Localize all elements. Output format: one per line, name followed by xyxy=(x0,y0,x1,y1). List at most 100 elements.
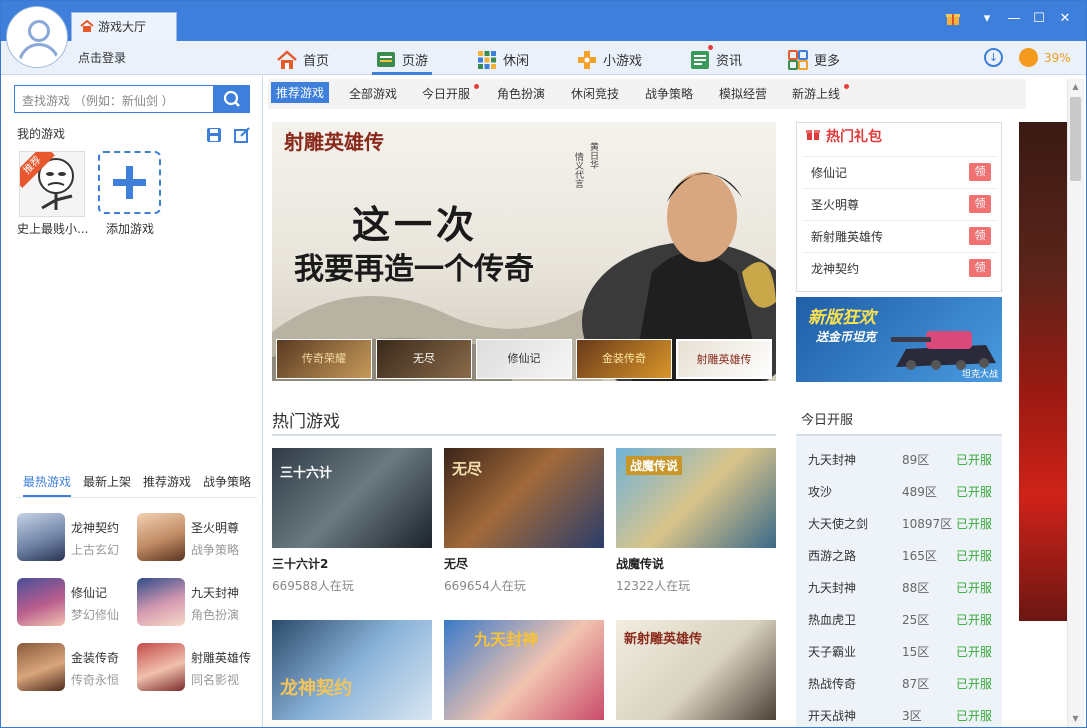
server-zone: 3区 xyxy=(902,709,922,723)
category-all[interactable]: 全部游戏 xyxy=(349,85,397,102)
game-thumbnail xyxy=(137,578,185,626)
game-card-art-title: 龙神契约 xyxy=(280,678,352,699)
side-ad-banner[interactable] xyxy=(1019,122,1067,621)
hot-gifts-title: 热门礼包 xyxy=(826,129,882,145)
sidebar-tab-hottest[interactable]: 最热游戏 xyxy=(23,473,72,497)
maximize-button[interactable]: ☐ xyxy=(1030,11,1048,27)
banner-thumb[interactable]: 射雕英雄传 xyxy=(676,339,772,379)
claim-gift-button[interactable]: 领 xyxy=(969,259,991,277)
sidebar-game-item[interactable]: 龙神契约 上古玄幻 xyxy=(17,513,135,569)
category-strategy[interactable]: 战争策略 xyxy=(645,85,693,102)
tab-game-hall[interactable]: 游戏大厅 xyxy=(71,12,177,41)
claim-gift-button[interactable]: 领 xyxy=(969,163,991,181)
nav-item-webgame[interactable]: 页游 xyxy=(372,41,433,75)
casual-icon xyxy=(478,51,496,69)
game-card-name: 三十六计2 xyxy=(272,557,329,571)
game-thumbnail xyxy=(137,643,185,691)
game-card-image: 三十六计 xyxy=(272,448,432,548)
banner-thumb[interactable]: 无尽 xyxy=(376,339,472,379)
sidebar-tab-newest[interactable]: 最新上架 xyxy=(83,473,131,490)
add-game-button[interactable] xyxy=(98,151,161,214)
nav-item-minigame[interactable]: 小游戏 xyxy=(577,41,642,75)
game-name: 龙神契约 xyxy=(71,521,120,535)
sidebar-tab-recommended[interactable]: 推荐游戏 xyxy=(143,473,191,490)
download-icon[interactable]: ↓ xyxy=(984,48,1003,67)
search-input[interactable]: 查找游戏 （例如：新仙剑 ） xyxy=(14,85,214,113)
game-thumbnail xyxy=(137,513,185,561)
hero-banner[interactable]: 射雕英雄传 情义代言 黄日华 这一次 我要再造一个传奇 传奇荣耀 无尽 修仙记 … xyxy=(272,122,776,381)
game-tag: 同名影视 xyxy=(191,673,240,687)
sidebar-game-item[interactable]: 九天封神 角色扮演 xyxy=(137,578,255,634)
game-tag: 传奇永恒 xyxy=(71,673,120,687)
game-name: 九天封神 xyxy=(191,586,240,600)
minimize-button[interactable]: — xyxy=(1005,11,1023,27)
avatar[interactable] xyxy=(7,7,67,67)
gift-name: 圣火明尊 xyxy=(811,198,860,212)
scroll-down-arrow[interactable]: ▼ xyxy=(1070,714,1081,724)
save-icon[interactable] xyxy=(206,127,222,143)
claim-gift-button[interactable]: 领 xyxy=(969,195,991,213)
server-status: 已开服 xyxy=(956,709,993,723)
gift-row: 龙神契约 领 xyxy=(803,252,997,283)
webgame-icon xyxy=(377,52,395,67)
search-button[interactable] xyxy=(214,85,250,113)
server-game-name: 九天封神 xyxy=(808,581,857,595)
banner-thumb[interactable]: 金装传奇 xyxy=(576,339,672,379)
claim-gift-button[interactable]: 领 xyxy=(969,227,991,245)
server-zone: 88区 xyxy=(902,581,930,595)
server-status: 已开服 xyxy=(956,613,993,627)
news-icon xyxy=(691,51,709,69)
close-button[interactable]: ✕ xyxy=(1056,11,1074,27)
gift-row: 修仙记 领 xyxy=(803,156,997,187)
tank-ad-banner[interactable]: 新版狂欢 送金币坦克 坦克大战 xyxy=(796,297,1002,382)
main-nav-bar xyxy=(1,41,1086,75)
edit-icon[interactable] xyxy=(234,127,250,143)
menu-icon[interactable]: ▾ xyxy=(978,11,996,27)
nav-item-home[interactable]: 首页 xyxy=(277,41,329,75)
sidebar-game-item[interactable]: 金装传奇 传奇永恒 xyxy=(17,643,135,699)
hot-games-divider xyxy=(272,434,776,436)
sidebar-game-item[interactable]: 射雕英雄传 同名影视 xyxy=(137,643,255,699)
sidebar-tab-divider xyxy=(15,497,257,498)
nav-item-more[interactable]: 更多 xyxy=(788,41,840,75)
category-casual[interactable]: 休闲竞技 xyxy=(571,85,619,102)
banner-actor: 黄日华 xyxy=(588,142,598,169)
category-recommended[interactable]: 推荐游戏 xyxy=(271,82,330,103)
game-name: 射雕英雄传 xyxy=(191,651,252,665)
gift-name: 龙神契约 xyxy=(811,262,860,276)
server-zone: 489区 xyxy=(902,485,937,499)
server-game-name: 九天封神 xyxy=(808,453,857,467)
banner-thumb[interactable]: 传奇荣耀 xyxy=(276,339,372,379)
server-game-name: 热血虎卫 xyxy=(808,613,857,627)
category-today-open[interactable]: 今日开服 xyxy=(422,85,470,102)
my-game-tile[interactable]: 推荐 xyxy=(19,151,85,217)
speed-icon[interactable] xyxy=(1019,48,1038,67)
server-status: 已开服 xyxy=(956,677,993,691)
sidebar: 查找游戏 （例如：新仙剑 ） 我的游戏 推荐 史上最贱小... 添加游戏 最热游… xyxy=(1,76,263,727)
today-open-title: 今日开服 xyxy=(801,413,854,428)
banner-thumb[interactable]: 修仙记 xyxy=(476,339,572,379)
game-hall-window: 游戏大厅 ▾ — ☐ ✕ 点击登录 首页 页游 休闲 小游戏 资讯 更多 ↓ 3… xyxy=(0,0,1087,728)
login-link[interactable]: 点击登录 xyxy=(78,49,126,66)
my-game-tile-label: 史上最贱小... xyxy=(17,222,89,236)
gift-icon[interactable] xyxy=(944,10,962,26)
nav-item-news[interactable]: 资讯 xyxy=(690,41,742,75)
sidebar-tab-strategy[interactable]: 战争策略 xyxy=(203,473,251,490)
game-card-image: 九天封神 xyxy=(444,620,604,720)
scroll-up-arrow[interactable]: ▲ xyxy=(1070,82,1081,92)
hot-games-title: 热门游戏 xyxy=(272,412,340,432)
sidebar-game-item[interactable]: 修仙记 梦幻修仙 xyxy=(17,578,135,634)
server-status: 已开服 xyxy=(956,485,993,499)
category-rpg[interactable]: 角色扮演 xyxy=(497,85,545,102)
scroll-thumb[interactable] xyxy=(1070,97,1081,181)
game-thumbnail xyxy=(17,578,65,626)
category-new[interactable]: 新游上线 xyxy=(792,85,840,102)
nav-item-casual[interactable]: 休闲 xyxy=(477,41,529,75)
sidebar-game-item[interactable]: 圣火明尊 战争策略 xyxy=(137,513,255,569)
game-tag: 角色扮演 xyxy=(191,608,240,622)
category-simulation[interactable]: 模拟经营 xyxy=(719,85,767,102)
news-notification-dot xyxy=(708,45,713,50)
server-status: 已开服 xyxy=(956,645,993,659)
ad-subtitle: 送金币坦克 xyxy=(816,330,877,344)
ad-title: 新版狂欢 xyxy=(808,308,876,328)
